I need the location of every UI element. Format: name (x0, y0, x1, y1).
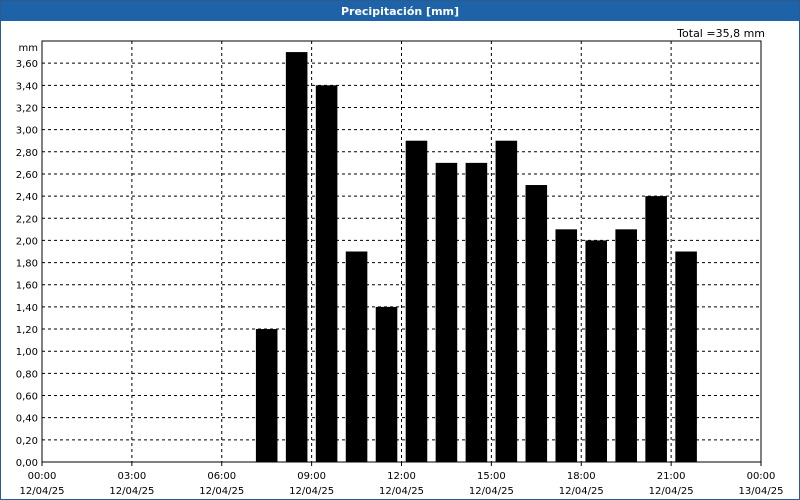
x-tick-time: 00:00 (28, 471, 57, 482)
y-tick-label: 3,00 (16, 126, 38, 137)
y-axis-unit: mm (19, 43, 38, 54)
chart-window: Precipitación [mm] Total =35,8 mm 0,00 0,… (0, 0, 800, 500)
bar (525, 185, 548, 463)
bar (405, 140, 428, 463)
x-tick-time: 15:00 (477, 471, 506, 482)
y-tick-label: 2,20 (16, 214, 38, 225)
bar (465, 162, 488, 463)
x-tick-time: 18:00 (567, 471, 596, 482)
x-tick-date: 12/04/25 (649, 486, 694, 497)
y-tick-label: 3,60 (16, 59, 38, 70)
y-tick-label: 0,20 (16, 436, 38, 447)
bar (255, 329, 278, 462)
bar (375, 306, 398, 462)
x-tick-date: 12/04/25 (559, 486, 604, 497)
x-tick-time: 21:00 (657, 471, 686, 482)
bar (615, 229, 637, 462)
y-tick-label: 1,00 (16, 347, 38, 358)
bar (645, 196, 667, 462)
x-tick-date: 12/04/25 (469, 486, 514, 497)
x-tick-date: 13/04/25 (739, 486, 784, 497)
y-tick-label: 0,80 (16, 369, 38, 380)
x-tick-time: 00:00 (747, 471, 776, 482)
y-tick-label: 0,60 (16, 392, 38, 403)
y-tick-label: 2,60 (16, 170, 38, 181)
x-tick-time: 09:00 (297, 471, 326, 482)
y-tick-label: 1,60 (16, 281, 38, 292)
y-tick-label: 3,20 (16, 103, 38, 114)
bar (585, 240, 608, 462)
x-tick-time: 03:00 (117, 471, 146, 482)
bar (435, 162, 458, 463)
y-tick-label: 3,40 (16, 81, 38, 92)
y-tick-label: 2,40 (16, 192, 38, 203)
bar (555, 229, 578, 462)
y-tick-label: 0,40 (16, 414, 38, 425)
bar (495, 140, 518, 463)
x-tick-time: 06:00 (207, 471, 236, 482)
bar (345, 251, 368, 462)
y-tick-label: 2,80 (16, 148, 38, 159)
x-tick-date: 12/04/25 (379, 486, 424, 497)
bar (315, 85, 338, 462)
x-tick-date: 12/04/25 (20, 486, 65, 497)
y-tick-label: 1,80 (16, 259, 38, 270)
x-tick-time: 12:00 (387, 471, 416, 482)
precipitation-chart: 0,00 0,20 0,40 0,60 0,80 1,00 1,20 1,40 1,60 1,80… (16, 40, 784, 497)
y-tick-label: 0,00 (16, 458, 38, 469)
bar (285, 52, 308, 462)
y-tick-label: 2,00 (16, 236, 38, 247)
y-tick-label: 1,20 (16, 325, 38, 336)
bar (675, 251, 697, 462)
x-tick-date: 12/04/25 (199, 486, 244, 497)
x-tick-date: 12/04/25 (289, 486, 334, 497)
y-tick-label: 1,40 (16, 303, 38, 314)
x-tick-date: 12/04/25 (109, 486, 154, 497)
